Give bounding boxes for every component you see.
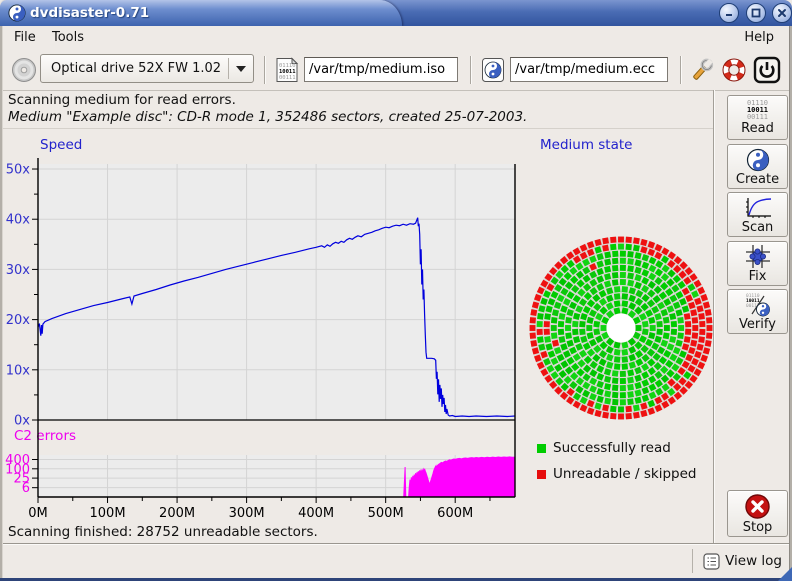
svg-text:100M: 100M [90, 506, 126, 521]
legend-label: Unreadable / skipped [553, 466, 696, 482]
yinyang-create-icon [746, 148, 770, 172]
medium-state-disc [528, 230, 718, 428]
svg-text:20x: 20x [6, 313, 31, 328]
scan-chart-icon [744, 196, 772, 220]
maximize-button[interactable] [746, 3, 766, 23]
c2-errors-chart-title: C2 errors [14, 428, 76, 444]
menu-help[interactable]: Help [738, 26, 780, 50]
svg-text:25: 25 [13, 472, 30, 487]
separator [713, 90, 715, 543]
legend-swatch-red [537, 470, 546, 479]
create-button[interactable]: Create [727, 144, 788, 189]
svg-text:100: 100 [5, 462, 30, 477]
drive-selector[interactable]: Optical drive 52X FW 1.02 [40, 54, 254, 83]
minimize-button[interactable] [719, 3, 739, 23]
scan-button[interactable]: Scan [727, 192, 788, 237]
verify-button-label: Verify [739, 318, 776, 331]
svg-text:600M: 600M [437, 506, 473, 521]
menu-bar: File Tools Help [2, 26, 790, 51]
fix-button-label: Fix [749, 270, 767, 283]
svg-text:500M: 500M [368, 506, 404, 521]
view-log-button[interactable]: View log [692, 549, 782, 573]
window-frame [0, 26, 3, 581]
legend-label: Successfully read [553, 440, 671, 456]
legend-item-read: Successfully read [537, 440, 671, 456]
svg-text:0M: 0M [28, 506, 48, 521]
fix-button[interactable]: Fix [727, 241, 788, 286]
stop-button-label: Stop [743, 521, 773, 534]
verify-button[interactable]: 01110 10011 00111 Verify [727, 289, 788, 334]
read-button-label: Read [741, 122, 774, 135]
scan-button-label: Scan [742, 221, 774, 234]
preferences-wrench-icon[interactable] [688, 56, 716, 84]
title-bar: dvdisaster-0.71 [0, 0, 792, 26]
chevron-down-icon [236, 66, 246, 72]
log-list-icon [703, 553, 720, 570]
svg-text:10x: 10x [6, 363, 31, 378]
optical-drive-icon [11, 57, 37, 83]
svg-text:200M: 200M [159, 506, 195, 521]
iso-path-input[interactable] [304, 57, 458, 82]
ecc-file-icon [480, 57, 506, 83]
speed-and-c2-charts: 0x 10x 20x 30x 40x 50x 625100400 0M 100M 200M 300M… [0, 130, 530, 522]
toolbar: Optical drive 52X FW 1.02 01110 10011 00… [2, 50, 790, 91]
menu-file[interactable]: File [8, 26, 42, 50]
svg-text:50x: 50x [6, 163, 31, 178]
speed-curve [38, 218, 515, 417]
view-log-label: View log [725, 553, 782, 569]
quit-power-icon[interactable] [752, 55, 782, 85]
combo-divider [228, 58, 229, 79]
close-button[interactable] [772, 3, 792, 23]
stop-button[interactable]: Stop [727, 490, 788, 537]
svg-text:400M: 400M [298, 506, 334, 521]
svg-text:300M: 300M [229, 506, 265, 521]
legend-swatch-green [537, 444, 546, 453]
svg-text:30x: 30x [6, 263, 31, 278]
c2-errors-area [38, 457, 515, 497]
toolbar-separator [470, 56, 472, 84]
read-button[interactable]: 01110 10011 00111 Read [727, 95, 788, 140]
separator [2, 128, 713, 129]
puzzle-fix-icon [745, 244, 771, 269]
svg-text:00111: 00111 [279, 75, 296, 81]
status-line-medium-info: Medium "Example disc": CD-R mode 1, 3524… [8, 109, 527, 125]
svg-text:0x: 0x [14, 414, 30, 429]
scan-result-text: Scanning finished: 28752 unreadable sect… [8, 524, 318, 540]
app-yinyang-icon [8, 4, 26, 22]
legend-item-unreadable: Unreadable / skipped [537, 466, 696, 482]
binary-read-icon: 01110 10011 00111 [747, 100, 768, 121]
svg-text:6: 6 [22, 481, 30, 496]
speed-chart-title: Speed [40, 137, 82, 153]
iso-image-icon: 01110 10011 00111 [274, 57, 300, 83]
status-line-action: Scanning medium for read errors. [8, 92, 236, 108]
resize-grip[interactable] [778, 567, 792, 581]
stop-icon [744, 493, 771, 520]
ecc-path-input[interactable] [510, 57, 668, 82]
create-button-label: Create [736, 173, 779, 186]
app-window: dvdisaster-0.71 File Tools Help Optical … [0, 0, 792, 581]
status-bar: View log [2, 543, 790, 579]
medium-state-title: Medium state [540, 137, 632, 153]
svg-text:40x: 40x [6, 213, 31, 228]
toolbar-separator [680, 56, 682, 84]
window-title: dvdisaster-0.71 [30, 0, 149, 26]
verify-compare-icon: 01110 10011 00111 [745, 292, 771, 317]
toolbar-separator [264, 56, 266, 84]
help-lifesaver-icon[interactable] [720, 56, 748, 84]
drive-selector-value: Optical drive 52X FW 1.02 [51, 55, 221, 82]
menu-tools[interactable]: Tools [46, 26, 90, 50]
svg-text:400: 400 [5, 453, 30, 468]
